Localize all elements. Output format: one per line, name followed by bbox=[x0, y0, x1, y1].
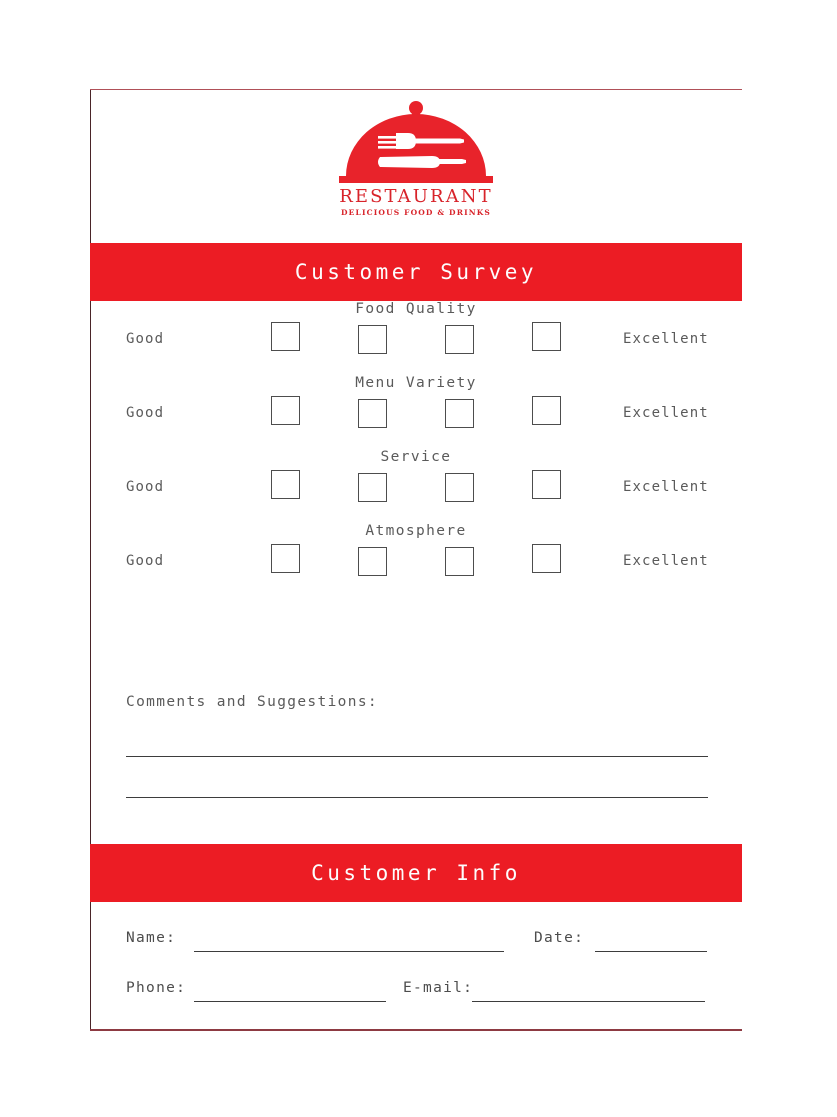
rating-title: Menu Variety bbox=[355, 375, 477, 391]
phone-input[interactable] bbox=[194, 1001, 386, 1002]
rating-checkbox-3[interactable] bbox=[445, 399, 474, 428]
rating-checkbox-1[interactable] bbox=[271, 544, 300, 573]
logo-block: RESTAURANT DELICIOUS FOOD & DRINKS bbox=[90, 100, 742, 230]
rating-checkbox-2[interactable] bbox=[358, 399, 387, 428]
customer-info-area: Name: Date: Phone: E-mail: bbox=[90, 902, 742, 1022]
sheet-border-top bbox=[90, 89, 742, 90]
comments-label: Comments and Suggestions: bbox=[126, 694, 378, 710]
rating-block-food-quality: Food Quality Good Excellent bbox=[90, 301, 742, 375]
rating-row: Good Excellent bbox=[90, 317, 742, 375]
survey-page: RESTAURANT DELICIOUS FOOD & DRINKS Custo… bbox=[0, 0, 837, 1117]
name-input[interactable] bbox=[194, 951, 504, 952]
rating-row: Good Excellent bbox=[90, 539, 742, 597]
rating-checkbox-3[interactable] bbox=[445, 325, 474, 354]
sheet-border-bottom bbox=[90, 1029, 742, 1031]
rating-checkbox-2[interactable] bbox=[358, 547, 387, 576]
phone-field-label: Phone: bbox=[126, 980, 187, 996]
rating-row: Good Excellent bbox=[90, 391, 742, 449]
rating-checkbox-2[interactable] bbox=[358, 325, 387, 354]
date-input[interactable] bbox=[595, 951, 707, 952]
rating-high-label: Excellent bbox=[623, 331, 709, 347]
rating-checkbox-1[interactable] bbox=[271, 470, 300, 499]
logo-tagline: DELICIOUS FOOD & DRINKS bbox=[341, 208, 491, 217]
email-input[interactable] bbox=[472, 1001, 705, 1002]
rating-block-menu-variety: Menu Variety Good Excellent bbox=[90, 375, 742, 449]
rating-checkbox-4[interactable] bbox=[532, 322, 561, 351]
survey-ratings-area: Food Quality Good Excellent Menu Variety… bbox=[90, 301, 742, 597]
rating-high-label: Excellent bbox=[623, 553, 709, 569]
rating-checkbox-1[interactable] bbox=[271, 396, 300, 425]
comments-write-line-1[interactable] bbox=[126, 756, 708, 757]
customer-info-banner: Customer Info bbox=[90, 844, 742, 902]
rating-checkbox-3[interactable] bbox=[445, 473, 474, 502]
customer-survey-banner: Customer Survey bbox=[90, 243, 742, 301]
rating-high-label: Excellent bbox=[623, 405, 709, 421]
rating-title: Atmosphere bbox=[365, 523, 467, 539]
name-field-label: Name: bbox=[126, 930, 177, 946]
rating-checkbox-4[interactable] bbox=[532, 396, 561, 425]
rating-checkbox-1[interactable] bbox=[271, 322, 300, 351]
rating-high-label: Excellent bbox=[623, 479, 709, 495]
food-dome-cloche-icon bbox=[339, 101, 493, 183]
rating-block-service: Service Good Excellent bbox=[90, 449, 742, 523]
rating-checkbox-3[interactable] bbox=[445, 547, 474, 576]
rating-checkbox-4[interactable] bbox=[532, 470, 561, 499]
rating-title: Service bbox=[380, 449, 452, 465]
rating-checkbox-2[interactable] bbox=[358, 473, 387, 502]
rating-block-atmosphere: Atmosphere Good Excellent bbox=[90, 523, 742, 597]
rating-title: Food Quality bbox=[355, 301, 477, 317]
logo-brand-name: RESTAURANT bbox=[339, 186, 493, 207]
comments-write-line-2[interactable] bbox=[126, 797, 708, 798]
date-field-label: Date: bbox=[534, 930, 585, 946]
rating-row: Good Excellent bbox=[90, 465, 742, 523]
email-field-label: E-mail: bbox=[403, 980, 474, 996]
rating-checkbox-4[interactable] bbox=[532, 544, 561, 573]
